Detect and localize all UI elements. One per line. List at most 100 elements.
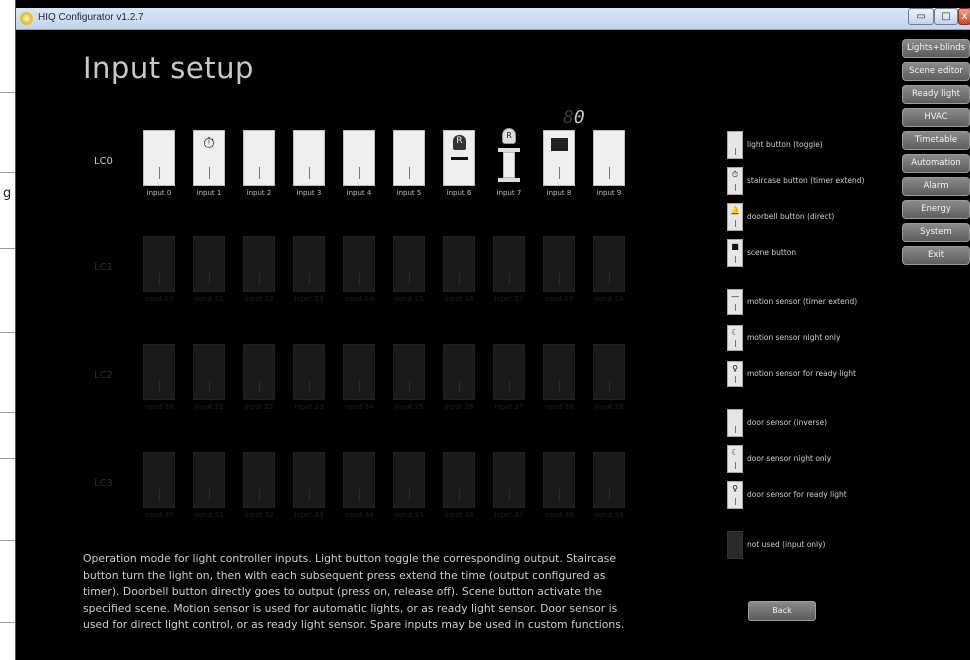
input-tile[interactable]: [393, 236, 425, 292]
input-label: input 20: [144, 403, 174, 411]
input-tile[interactable]: [593, 236, 625, 292]
input-tile[interactable]: [343, 236, 375, 292]
input-tile[interactable]: [293, 344, 325, 400]
scene-icon: ■: [727, 239, 743, 267]
input-tile[interactable]: [493, 236, 525, 292]
input-tile[interactable]: [193, 344, 225, 400]
moon-icon-glyph: ☾: [731, 328, 739, 337]
back-button[interactable]: Back: [748, 601, 816, 621]
bell-icon-glyph: 🔔: [730, 206, 740, 215]
input-tile[interactable]: [293, 130, 325, 186]
legend-label: light button (toggle): [747, 140, 823, 149]
nav-button-system[interactable]: System: [902, 223, 970, 242]
nav-button-alarm[interactable]: Alarm: [902, 177, 970, 196]
motion-sensor-icon-glyph: —: [731, 292, 739, 301]
legend-label: motion sensor (timer extend): [747, 297, 858, 306]
input-label: input 15: [394, 295, 424, 303]
nav-button-automation[interactable]: Automation: [902, 154, 970, 173]
input-tile[interactable]: [443, 452, 475, 508]
input-tile[interactable]: R: [498, 128, 520, 188]
button-stick: [559, 381, 560, 393]
input-tile[interactable]: [593, 130, 625, 186]
nav-button-timetable[interactable]: Timetable: [902, 131, 970, 150]
input-tile[interactable]: [193, 236, 225, 292]
nav-button-scene-editor[interactable]: Scene editor: [902, 62, 970, 81]
input-label: input 34: [344, 511, 374, 519]
input-tile[interactable]: [143, 236, 175, 292]
input-label: input 9: [596, 189, 622, 197]
input-tile[interactable]: [393, 344, 425, 400]
input-label: input 6: [446, 189, 472, 197]
button-stick: [309, 381, 310, 393]
input-tile[interactable]: [593, 344, 625, 400]
maximize-button[interactable]: □: [934, 8, 958, 25]
input-tile[interactable]: [193, 452, 225, 508]
nav-button-ready-light[interactable]: Ready light: [902, 85, 970, 104]
button-stick: [409, 167, 410, 179]
input-tile[interactable]: [443, 344, 475, 400]
light-button-icon: [727, 131, 743, 159]
input-tile[interactable]: [243, 130, 275, 186]
button-stick: [609, 167, 610, 179]
page-title: Input setup: [83, 51, 254, 85]
nav-button-exit[interactable]: Exit: [902, 246, 970, 265]
title-bar: HIQ Configurator v1.2.7 ▭ □ x: [16, 8, 970, 30]
input-tile[interactable]: ⏱: [193, 130, 225, 186]
input-label: input 29: [594, 403, 624, 411]
input-tile[interactable]: [143, 344, 175, 400]
input-tile[interactable]: [443, 236, 475, 292]
input-label: input 10: [144, 295, 174, 303]
divider: [0, 458, 16, 459]
nav-button-lights-blinds[interactable]: Lights+blinds: [902, 39, 970, 58]
legend-label: motion sensor night only: [747, 333, 841, 342]
input-tile[interactable]: [543, 452, 575, 508]
button-stick: [259, 489, 260, 501]
legend-label: staircase button (timer extend): [747, 176, 865, 185]
input-tile[interactable]: [543, 344, 575, 400]
button-stick: [735, 376, 736, 383]
input-tile[interactable]: [243, 452, 275, 508]
close-button[interactable]: x: [958, 8, 970, 25]
input-tile[interactable]: [293, 236, 325, 292]
button-stick: [159, 489, 160, 501]
input-tile[interactable]: [493, 344, 525, 400]
button-stick: [609, 381, 610, 393]
background-glyph: g: [3, 186, 12, 201]
input-tile[interactable]: [243, 236, 275, 292]
minimize-button[interactable]: ▭: [908, 8, 934, 25]
input-tile[interactable]: [543, 236, 575, 292]
divider: [0, 540, 16, 541]
input-tile[interactable]: [143, 452, 175, 508]
input-tile[interactable]: [293, 452, 325, 508]
input-tile[interactable]: [543, 130, 575, 186]
input-tile[interactable]: [243, 344, 275, 400]
legend-label: scene button: [747, 248, 797, 257]
timer-icon-glyph: ⏱: [731, 170, 739, 179]
door-sensor-icon: [727, 409, 743, 437]
input-tile[interactable]: [343, 130, 375, 186]
input-tile[interactable]: [143, 130, 175, 186]
input-tile[interactable]: [343, 344, 375, 400]
button-stick: [735, 462, 736, 469]
input-tile[interactable]: [493, 452, 525, 508]
input-tile[interactable]: [343, 452, 375, 508]
counter-digit: 0: [573, 107, 585, 128]
divider: [0, 412, 16, 413]
button-stick: [309, 167, 310, 179]
button-stick: [609, 273, 610, 285]
input-tile[interactable]: R: [443, 130, 475, 186]
button-stick: [259, 381, 260, 393]
button-stick: [735, 304, 736, 311]
input-tile[interactable]: [593, 452, 625, 508]
nav-button-hvac[interactable]: HVAC: [902, 108, 970, 127]
input-label: input 7: [496, 189, 522, 197]
scene-icon-glyph: ■: [731, 242, 739, 251]
counter-display: 80: [563, 107, 585, 128]
nav-button-energy[interactable]: Energy: [902, 200, 970, 219]
input-tile[interactable]: [393, 130, 425, 186]
input-label: input 36: [444, 511, 474, 519]
legend-label: not used (input only): [747, 540, 826, 549]
app-window: HIQ Configurator v1.2.7 ▭ □ x Input setu…: [15, 0, 970, 660]
input-tile[interactable]: [393, 452, 425, 508]
button-stick: [409, 489, 410, 501]
